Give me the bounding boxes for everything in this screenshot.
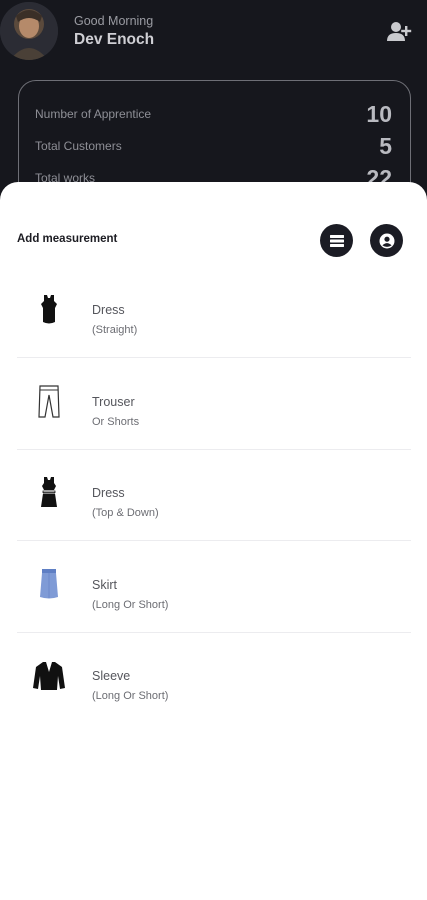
skirt-icon [31, 567, 67, 603]
add-user-icon[interactable] [386, 20, 412, 44]
measurement-item-dress-straight[interactable]: Dress (Straight) [17, 276, 411, 367]
dashboard-header: Good Morning Dev Enoch Number of Apprent… [0, 0, 427, 220]
item-subtitle: (Top & Down) [92, 507, 159, 519]
item-title: Sleeve [92, 669, 131, 683]
item-title: Skirt [92, 578, 117, 592]
user-name: Dev Enoch [74, 31, 155, 48]
stat-value-customers: 5 [379, 133, 392, 159]
stat-value-apprentice: 10 [366, 101, 392, 127]
measurement-item-trouser[interactable]: Trouser Or Shorts [17, 368, 411, 459]
avatar[interactable] [0, 2, 58, 60]
item-title: Trouser [92, 395, 135, 409]
list-view-button[interactable] [320, 224, 353, 257]
measurement-item-sleeve[interactable]: Sleeve (Long Or Short) [17, 642, 411, 733]
sheet-title: Add measurement [17, 233, 118, 245]
greeting-text: Good Morning [74, 14, 154, 28]
stat-label-customers: Total Customers [35, 139, 122, 153]
item-subtitle: (Long Or Short) [92, 690, 169, 702]
item-subtitle: (Long Or Short) [92, 599, 169, 611]
measurement-item-skirt[interactable]: Skirt (Long Or Short) [17, 551, 411, 642]
item-title: Dress [92, 303, 125, 317]
add-measurement-sheet: Add measurement Dress (Straight) Trouser… [0, 182, 427, 900]
profile-button[interactable] [370, 224, 403, 257]
divider [17, 632, 411, 633]
jacket-icon [31, 658, 67, 694]
trouser-icon [31, 384, 67, 420]
list-icon [329, 234, 344, 247]
stat-label-apprentice: Number of Apprentice [35, 107, 152, 121]
dress-icon [31, 292, 67, 328]
divider [17, 357, 411, 358]
person-circle-icon [379, 233, 394, 248]
item-subtitle: Or Shorts [92, 416, 140, 428]
measurement-item-dress-top-down[interactable]: Dress (Top & Down) [17, 459, 411, 550]
divider [17, 540, 411, 541]
item-subtitle: (Straight) [92, 324, 138, 336]
top-and-skirt-icon [31, 475, 67, 511]
divider [17, 449, 411, 450]
item-title: Dress [92, 486, 125, 500]
